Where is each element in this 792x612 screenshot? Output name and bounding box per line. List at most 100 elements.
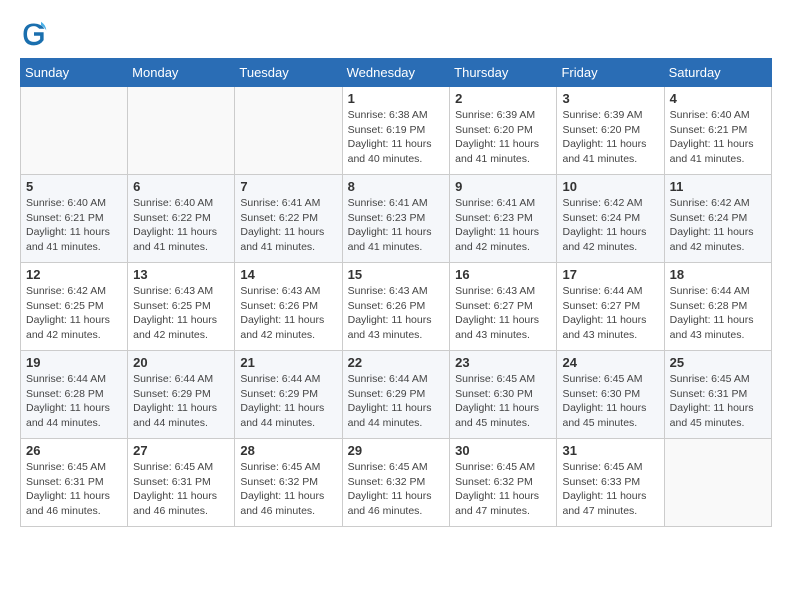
calendar-day-cell: 16 Sunrise: 6:43 AM Sunset: 6:27 PM Dayli… [450, 263, 557, 351]
weekday-header: Tuesday [235, 59, 342, 87]
day-info: Sunrise: 6:40 AM Sunset: 6:21 PM Dayligh… [26, 196, 122, 255]
calendar-day-cell: 24 Sunrise: 6:45 AM Sunset: 6:30 PM Dayli… [557, 351, 664, 439]
page-header [20, 20, 772, 48]
day-info: Sunrise: 6:44 AM Sunset: 6:29 PM Dayligh… [348, 372, 445, 431]
day-number: 4 [670, 91, 766, 106]
day-number: 31 [562, 443, 658, 458]
day-number: 19 [26, 355, 122, 370]
calendar-week-row: 5 Sunrise: 6:40 AM Sunset: 6:21 PM Daylig… [21, 175, 772, 263]
day-number: 10 [562, 179, 658, 194]
day-number: 17 [562, 267, 658, 282]
calendar-day-cell: 20Sunrise: 6:44 AM Sunset: 6:29 PM Dayli… [128, 351, 235, 439]
day-number: 20 [133, 355, 229, 370]
day-info: Sunrise: 6:43 AM Sunset: 6:27 PM Dayligh… [455, 284, 551, 343]
calendar-day-cell: 7 Sunrise: 6:41 AM Sunset: 6:22 PM Daylig… [235, 175, 342, 263]
day-info: Sunrise: 6:45 AM Sunset: 6:32 PM Dayligh… [240, 460, 336, 519]
day-info: Sunrise: 6:41 AM Sunset: 6:22 PM Dayligh… [240, 196, 336, 255]
day-number: 1 [348, 91, 445, 106]
day-info: Sunrise: 6:44 AM Sunset: 6:28 PM Dayligh… [26, 372, 122, 431]
calendar-day-cell: 4 Sunrise: 6:40 AM Sunset: 6:21 PM Daylig… [664, 87, 771, 175]
day-number: 30 [455, 443, 551, 458]
day-info: Sunrise: 6:45 AM Sunset: 6:31 PM Dayligh… [670, 372, 766, 431]
day-info: Sunrise: 6:45 AM Sunset: 6:32 PM Dayligh… [348, 460, 445, 519]
calendar-day-cell: 11 Sunrise: 6:42 AM Sunset: 6:24 PM Dayli… [664, 175, 771, 263]
day-number: 14 [240, 267, 336, 282]
header-row: SundayMondayTuesdayWednesdayThursdayFrid… [21, 59, 772, 87]
day-info: Sunrise: 6:41 AM Sunset: 6:23 PM Dayligh… [348, 196, 445, 255]
day-info: Sunrise: 6:43 AM Sunset: 6:26 PM Dayligh… [348, 284, 445, 343]
calendar-day-cell: 14 Sunrise: 6:43 AM Sunset: 6:26 PM Dayli… [235, 263, 342, 351]
weekday-header: Saturday [664, 59, 771, 87]
day-info: Sunrise: 6:45 AM Sunset: 6:30 PM Dayligh… [562, 372, 658, 431]
day-info: Sunrise: 6:38 AM Sunset: 6:19 PM Dayligh… [348, 108, 445, 167]
weekday-header: Friday [557, 59, 664, 87]
day-number: 12 [26, 267, 122, 282]
calendar-day-cell: 12 Sunrise: 6:42 AM Sunset: 6:25 PM Dayli… [21, 263, 128, 351]
calendar-day-cell: 22 Sunrise: 6:44 AM Sunset: 6:29 PM Dayli… [342, 351, 450, 439]
calendar-day-cell: 25 Sunrise: 6:45 AM Sunset: 6:31 PM Dayli… [664, 351, 771, 439]
day-info: Sunrise: 6:42 AM Sunset: 6:24 PM Dayligh… [562, 196, 658, 255]
calendar-day-cell: 6Sunrise: 6:40 AM Sunset: 6:22 PM Daylig… [128, 175, 235, 263]
day-number: 18 [670, 267, 766, 282]
calendar-week-row: 12 Sunrise: 6:42 AM Sunset: 6:25 PM Dayli… [21, 263, 772, 351]
calendar-header: SundayMondayTuesdayWednesdayThursdayFrid… [21, 59, 772, 87]
calendar-table: SundayMondayTuesdayWednesdayThursdayFrid… [20, 58, 772, 527]
weekday-header: Monday [128, 59, 235, 87]
day-number: 24 [562, 355, 658, 370]
day-info: Sunrise: 6:44 AM Sunset: 6:27 PM Dayligh… [562, 284, 658, 343]
calendar-week-row: 19 Sunrise: 6:44 AM Sunset: 6:28 PM Dayli… [21, 351, 772, 439]
day-info: Sunrise: 6:39 AM Sunset: 6:20 PM Dayligh… [455, 108, 551, 167]
day-number: 16 [455, 267, 551, 282]
day-number: 15 [348, 267, 445, 282]
day-info: Sunrise: 6:45 AM Sunset: 6:30 PM Dayligh… [455, 372, 551, 431]
day-number: 27 [133, 443, 229, 458]
calendar-day-cell: 23 Sunrise: 6:45 AM Sunset: 6:30 PM Dayli… [450, 351, 557, 439]
day-info: Sunrise: 6:43 AM Sunset: 6:26 PM Dayligh… [240, 284, 336, 343]
day-number: 26 [26, 443, 122, 458]
day-info: Sunrise: 6:45 AM Sunset: 6:31 PM Dayligh… [133, 460, 229, 519]
day-number: 9 [455, 179, 551, 194]
calendar-day-cell [664, 439, 771, 527]
day-number: 5 [26, 179, 122, 194]
day-number: 7 [240, 179, 336, 194]
logo [20, 20, 52, 48]
day-number: 2 [455, 91, 551, 106]
day-info: Sunrise: 6:40 AM Sunset: 6:22 PM Dayligh… [133, 196, 229, 255]
calendar-day-cell [235, 87, 342, 175]
calendar-day-cell: 19 Sunrise: 6:44 AM Sunset: 6:28 PM Dayli… [21, 351, 128, 439]
day-info: Sunrise: 6:41 AM Sunset: 6:23 PM Dayligh… [455, 196, 551, 255]
day-number: 8 [348, 179, 445, 194]
calendar-day-cell: 27 Sunrise: 6:45 AM Sunset: 6:31 PM Dayli… [128, 439, 235, 527]
day-number: 28 [240, 443, 336, 458]
day-info: Sunrise: 6:42 AM Sunset: 6:25 PM Dayligh… [26, 284, 122, 343]
calendar-week-row: 1 Sunrise: 6:38 AM Sunset: 6:19 PM Daylig… [21, 87, 772, 175]
logo-icon [20, 20, 48, 48]
calendar-day-cell: 26Sunrise: 6:45 AM Sunset: 6:31 PM Dayli… [21, 439, 128, 527]
day-info: Sunrise: 6:42 AM Sunset: 6:24 PM Dayligh… [670, 196, 766, 255]
calendar-day-cell: 10 Sunrise: 6:42 AM Sunset: 6:24 PM Dayli… [557, 175, 664, 263]
day-number: 22 [348, 355, 445, 370]
calendar-day-cell: 21Sunrise: 6:44 AM Sunset: 6:29 PM Dayli… [235, 351, 342, 439]
calendar-day-cell: 18 Sunrise: 6:44 AM Sunset: 6:28 PM Dayli… [664, 263, 771, 351]
day-number: 25 [670, 355, 766, 370]
calendar-day-cell: 3Sunrise: 6:39 AM Sunset: 6:20 PM Daylig… [557, 87, 664, 175]
day-info: Sunrise: 6:45 AM Sunset: 6:32 PM Dayligh… [455, 460, 551, 519]
day-number: 23 [455, 355, 551, 370]
calendar-day-cell: 30 Sunrise: 6:45 AM Sunset: 6:32 PM Dayli… [450, 439, 557, 527]
calendar-day-cell: 31 Sunrise: 6:45 AM Sunset: 6:33 PM Dayli… [557, 439, 664, 527]
day-number: 11 [670, 179, 766, 194]
calendar-day-cell: 2 Sunrise: 6:39 AM Sunset: 6:20 PM Daylig… [450, 87, 557, 175]
day-number: 3 [562, 91, 658, 106]
day-info: Sunrise: 6:44 AM Sunset: 6:29 PM Dayligh… [240, 372, 336, 431]
calendar-day-cell: 28 Sunrise: 6:45 AM Sunset: 6:32 PM Dayli… [235, 439, 342, 527]
calendar-day-cell: 15 Sunrise: 6:43 AM Sunset: 6:26 PM Dayli… [342, 263, 450, 351]
day-info: Sunrise: 6:44 AM Sunset: 6:28 PM Dayligh… [670, 284, 766, 343]
day-number: 29 [348, 443, 445, 458]
day-info: Sunrise: 6:40 AM Sunset: 6:21 PM Dayligh… [670, 108, 766, 167]
weekday-header: Sunday [21, 59, 128, 87]
calendar-day-cell: 5 Sunrise: 6:40 AM Sunset: 6:21 PM Daylig… [21, 175, 128, 263]
calendar-day-cell: 9 Sunrise: 6:41 AM Sunset: 6:23 PM Daylig… [450, 175, 557, 263]
calendar-day-cell [21, 87, 128, 175]
calendar-week-row: 26 Sunrise: 6:45 AM Sunset: 6:31 PM Dayli… [21, 439, 772, 527]
day-info: Sunrise: 6:45 AM Sunset: 6:33 PM Dayligh… [562, 460, 658, 519]
